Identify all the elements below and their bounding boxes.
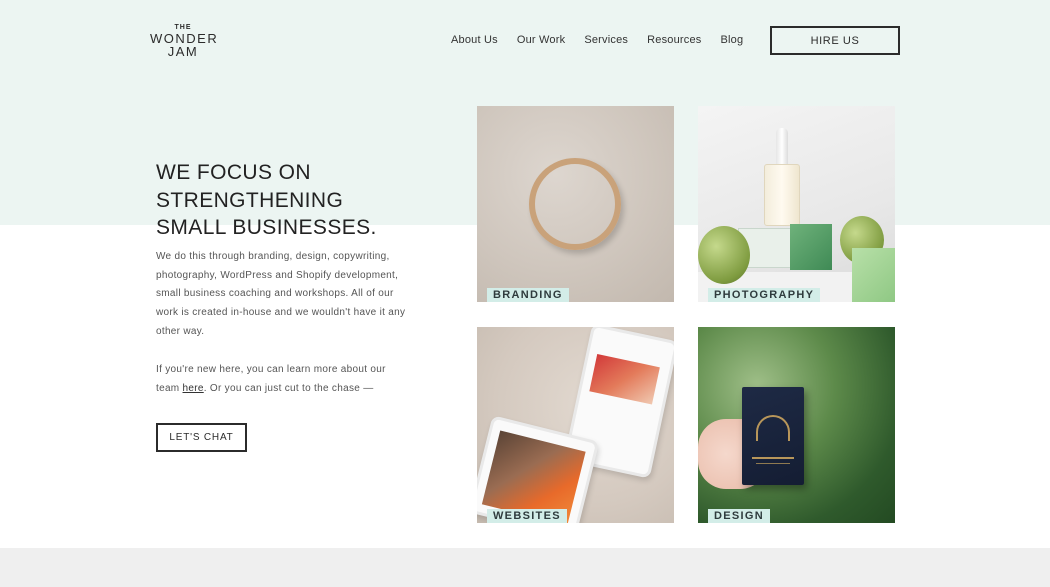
photography-label: PHOTOGRAPHY [708, 288, 821, 302]
fig-fruit-image [698, 226, 750, 284]
serum-bottle-image [764, 164, 800, 226]
business-card-image [742, 387, 804, 485]
site-logo[interactable]: THE WONDER JAM [150, 24, 217, 59]
serum-bottle-dropper-image [776, 128, 788, 166]
headline-line-1: WE FOCUS ON [156, 161, 311, 184]
logo-jam: JAM [167, 44, 199, 59]
card-pattern-image [756, 415, 790, 441]
main-nav: About Us Our Work Services Resources Blo… [451, 34, 762, 46]
nav-blog[interactable]: Blog [721, 34, 744, 46]
nav-services[interactable]: Services [584, 34, 628, 46]
nav-about-us[interactable]: About Us [451, 34, 498, 46]
nav-resources[interactable]: Resources [647, 34, 701, 46]
lets-chat-button[interactable]: LET'S CHAT [156, 423, 247, 452]
hero-description: We do this through branding, design, cop… [156, 251, 406, 337]
nav-our-work[interactable]: Our Work [517, 34, 565, 46]
card-text-line [756, 463, 790, 464]
photography-tile[interactable]: PHOTOGRAPHY [698, 106, 895, 302]
team-note-text-after: . Or you can just cut to the chase — [203, 382, 374, 394]
logo-the: THE [174, 24, 192, 31]
hero-team-note: If you're new here, you can learn more a… [156, 361, 406, 398]
team-here-link[interactable]: here [183, 383, 204, 394]
hire-us-button[interactable]: HIRE US [770, 26, 900, 55]
design-tile[interactable]: DESIGN [698, 327, 895, 523]
design-label: DESIGN [708, 509, 770, 523]
hero-headline: WE FOCUS ON STRENGTHENING SMALL BUSINESS… [156, 159, 436, 242]
card-text-line [752, 457, 794, 459]
headline-line-3: SMALL BUSINESSES. [156, 216, 377, 239]
branding-tile[interactable]: BRANDING [477, 106, 674, 302]
websites-tile[interactable]: WEBSITES [477, 327, 674, 523]
websites-label: WEBSITES [487, 509, 567, 523]
tablet-screen-image [589, 354, 660, 405]
green-box-image [790, 224, 832, 270]
headline-line-2: STRENGTHENING [156, 188, 344, 212]
branding-label: BRANDING [487, 288, 569, 302]
footer-band [0, 548, 1050, 587]
brand-logo-mark-image [529, 158, 621, 250]
light-green-box-image [852, 248, 895, 302]
